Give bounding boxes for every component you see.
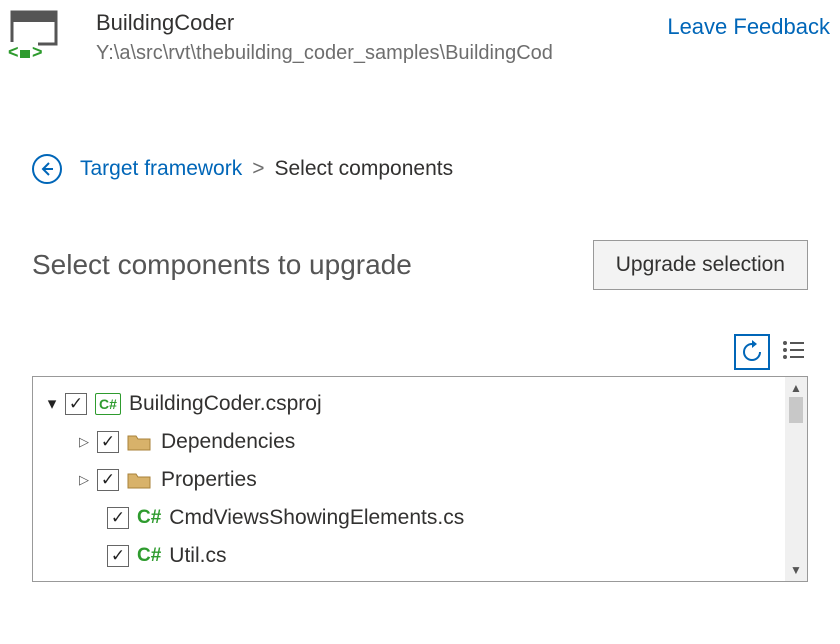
- csharp-file-icon: C#: [137, 545, 161, 567]
- checkbox[interactable]: ✓: [97, 431, 119, 453]
- header: < > BuildingCoder Y:\a\src\rvt\thebuildi…: [0, 0, 840, 68]
- project-path: Y:\a\src\rvt\thebuilding_coder_samples\B…: [96, 42, 655, 65]
- tree-node-root[interactable]: ✓ C# BuildingCoder.csproj: [43, 385, 785, 423]
- refresh-icon: [740, 340, 764, 364]
- tree-node-properties[interactable]: ✓ Properties: [43, 461, 785, 499]
- expander-icon[interactable]: [75, 472, 93, 488]
- leave-feedback-link[interactable]: Leave Feedback: [667, 14, 830, 40]
- checkbox[interactable]: ✓: [107, 507, 129, 529]
- refresh-button[interactable]: [734, 334, 770, 370]
- svg-text:<: <: [8, 42, 19, 62]
- scroll-thumb[interactable]: [789, 397, 803, 423]
- page-heading: Select components to upgrade: [32, 249, 412, 281]
- component-tree: ✓ C# BuildingCoder.csproj ✓ Dependencies…: [32, 376, 808, 582]
- arrow-left-icon: [39, 161, 55, 177]
- header-text: BuildingCoder Y:\a\src\rvt\thebuilding_c…: [96, 8, 655, 65]
- tree-node-label: BuildingCoder.csproj: [129, 392, 322, 416]
- project-icon: < >: [6, 8, 66, 68]
- scrollbar[interactable]: ▲ ▼: [785, 377, 807, 581]
- breadcrumb-link-target-framework[interactable]: Target framework: [80, 157, 242, 181]
- tree-node-file[interactable]: ✓ C# Util.cs: [43, 537, 785, 575]
- checkbox[interactable]: ✓: [65, 393, 87, 415]
- heading-row: Select components to upgrade Upgrade sel…: [32, 240, 808, 290]
- breadcrumb-separator: >: [252, 157, 264, 181]
- tree-node-label: Dependencies: [161, 430, 295, 454]
- tree-node-label: Util.cs: [169, 544, 226, 568]
- scroll-down-arrow[interactable]: ▼: [790, 563, 802, 577]
- expander-icon[interactable]: [75, 434, 93, 450]
- list-options-icon: [780, 336, 808, 364]
- breadcrumb: Target framework > Select components: [32, 154, 840, 184]
- tree-node-label: CmdViewsShowingElements.cs: [169, 506, 464, 530]
- checkbox[interactable]: ✓: [97, 469, 119, 491]
- breadcrumb-current: Select components: [274, 157, 453, 181]
- tree-toolbar: [32, 334, 808, 370]
- expander-icon[interactable]: [43, 394, 61, 414]
- upgrade-selection-button[interactable]: Upgrade selection: [593, 240, 808, 290]
- tree-body: ✓ C# BuildingCoder.csproj ✓ Dependencies…: [33, 377, 785, 581]
- checkbox[interactable]: ✓: [107, 545, 129, 567]
- list-options-button[interactable]: [780, 336, 808, 369]
- svg-text:>: >: [32, 42, 43, 62]
- folder-icon: [127, 433, 151, 451]
- tree-node-dependencies[interactable]: ✓ Dependencies: [43, 423, 785, 461]
- folder-icon: [127, 471, 151, 489]
- project-title: BuildingCoder: [96, 10, 655, 36]
- csharp-file-icon: C#: [137, 507, 161, 529]
- tree-node-label: Properties: [161, 468, 257, 492]
- back-button[interactable]: [32, 154, 62, 184]
- csproj-icon: C#: [95, 393, 121, 415]
- tree-node-file[interactable]: ✓ C# CmdViewsShowingElements.cs: [43, 499, 785, 537]
- scroll-up-arrow[interactable]: ▲: [790, 381, 802, 395]
